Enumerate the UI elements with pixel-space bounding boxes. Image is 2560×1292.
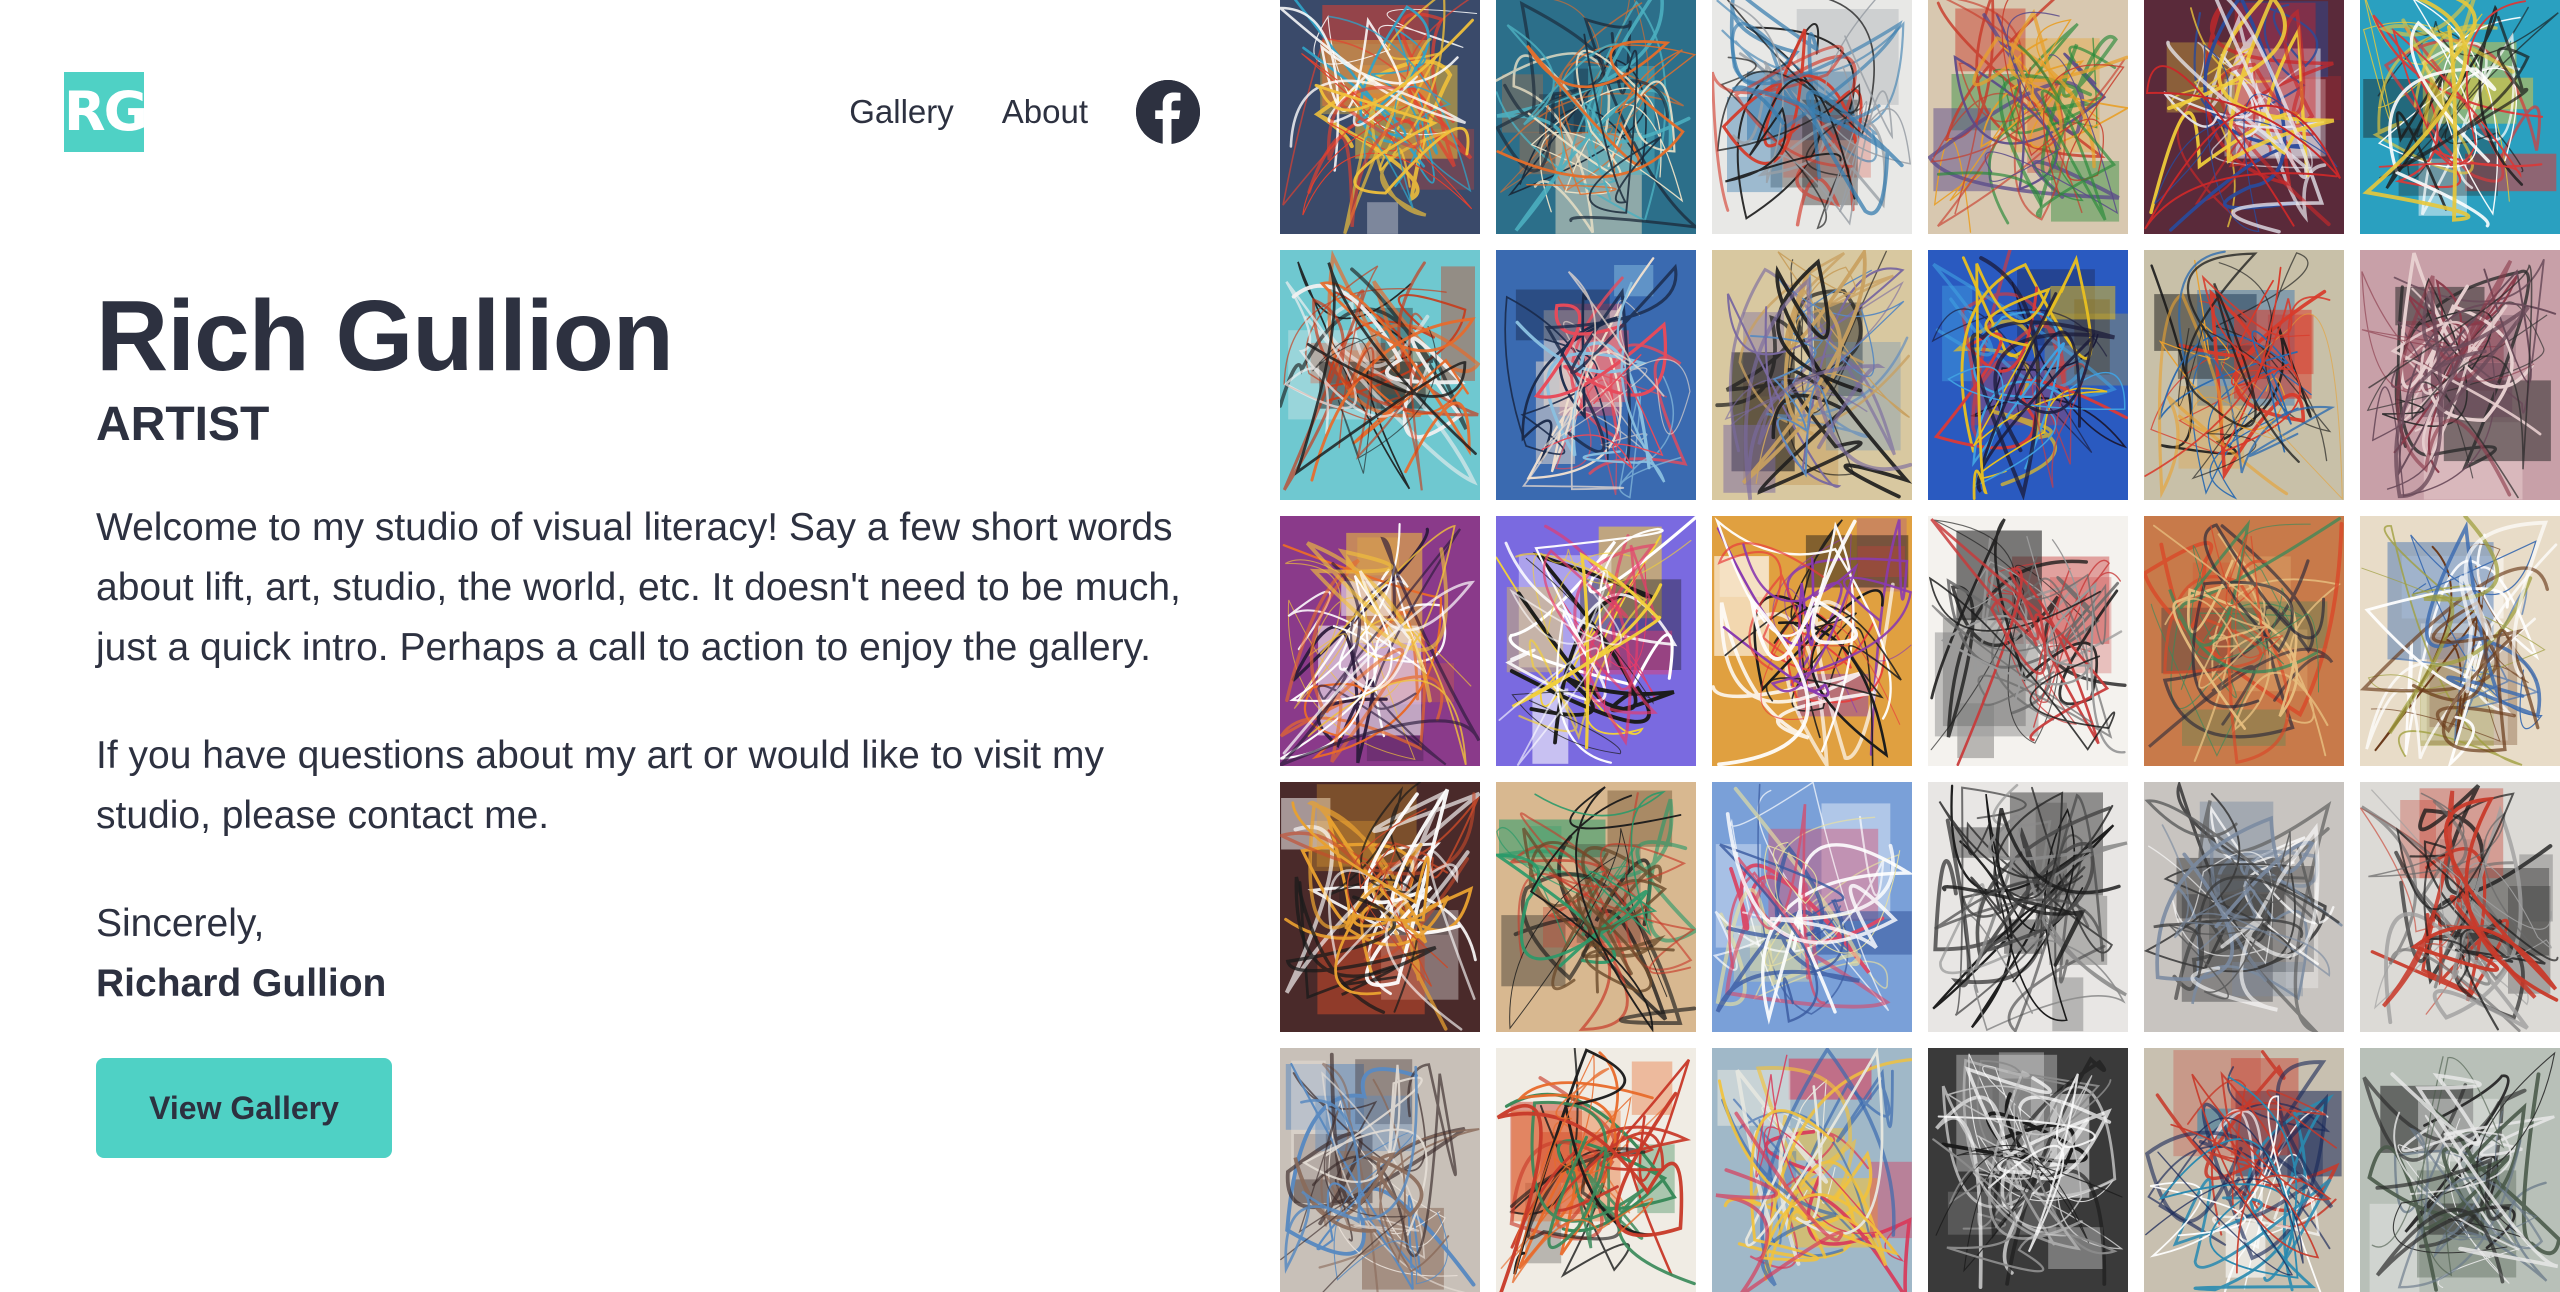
nav-link-gallery[interactable]: Gallery bbox=[849, 93, 954, 131]
artwork-thumbnail[interactable] bbox=[2360, 250, 2560, 500]
artwork-thumbnail[interactable] bbox=[2144, 782, 2344, 1032]
artwork-thumbnail[interactable] bbox=[2144, 1048, 2344, 1292]
artwork-thumbnail[interactable] bbox=[1280, 250, 1480, 500]
artwork-thumbnail[interactable] bbox=[2144, 516, 2344, 766]
artwork-thumbnail[interactable] bbox=[1496, 516, 1696, 766]
artwork-thumbnail[interactable] bbox=[1928, 0, 2128, 234]
artwork-thumbnail[interactable] bbox=[1928, 250, 2128, 500]
facebook-icon[interactable] bbox=[1136, 80, 1200, 144]
artwork-thumbnail[interactable] bbox=[1712, 250, 1912, 500]
closing-text: Sincerely, bbox=[96, 902, 265, 945]
artwork-thumbnail[interactable] bbox=[1712, 782, 1912, 1032]
artist-role: ARTIST bbox=[96, 398, 270, 451]
artwork-thumbnail[interactable] bbox=[1496, 0, 1696, 234]
artwork-thumbnail[interactable] bbox=[2360, 1048, 2560, 1292]
artwork-thumbnail[interactable] bbox=[2144, 0, 2344, 234]
view-gallery-button[interactable]: View Gallery bbox=[96, 1058, 392, 1158]
artwork-thumbnail[interactable] bbox=[1712, 1048, 1912, 1292]
artwork-thumbnail[interactable] bbox=[1280, 516, 1480, 766]
intro-paragraph: Welcome to my studio of visual literacy!… bbox=[96, 506, 1181, 669]
artwork-thumbnail[interactable] bbox=[2360, 516, 2560, 766]
artwork-thumbnail[interactable] bbox=[1712, 516, 1912, 766]
site-logo[interactable]: RG bbox=[64, 72, 148, 152]
intro-pane: RG Gallery About Rich Gullion ARTIST Wel… bbox=[0, 0, 1280, 1292]
artwork-thumbnail[interactable] bbox=[2144, 250, 2344, 500]
artwork-thumbnail[interactable] bbox=[2360, 782, 2560, 1032]
artwork-thumbnail[interactable] bbox=[1928, 1048, 2128, 1292]
gallery-grid bbox=[1280, 0, 2560, 1292]
contact-paragraph: If you have questions about my art or wo… bbox=[96, 734, 1104, 837]
page: RG Gallery About Rich Gullion ARTIST Wel… bbox=[0, 0, 2560, 1292]
artwork-thumbnail[interactable] bbox=[1280, 0, 1480, 234]
hero: Rich Gullion ARTIST Welcome to my studio… bbox=[96, 276, 1196, 1158]
signature: Richard Gullion bbox=[96, 962, 387, 1005]
artwork-thumbnail[interactable] bbox=[1496, 1048, 1696, 1292]
artwork-thumbnail[interactable] bbox=[2360, 0, 2560, 234]
gallery-preview bbox=[1280, 0, 2560, 1292]
artwork-thumbnail[interactable] bbox=[1712, 0, 1912, 234]
artwork-thumbnail[interactable] bbox=[1496, 782, 1696, 1032]
top-nav: Gallery About bbox=[849, 80, 1200, 144]
artwork-thumbnail[interactable] bbox=[1928, 782, 2128, 1032]
artist-name: Rich Gullion bbox=[96, 280, 674, 392]
artwork-thumbnail[interactable] bbox=[1280, 1048, 1480, 1292]
artwork-thumbnail[interactable] bbox=[1928, 516, 2128, 766]
nav-link-about[interactable]: About bbox=[1002, 93, 1088, 131]
artwork-thumbnail[interactable] bbox=[1496, 250, 1696, 500]
artwork-thumbnail[interactable] bbox=[1280, 782, 1480, 1032]
